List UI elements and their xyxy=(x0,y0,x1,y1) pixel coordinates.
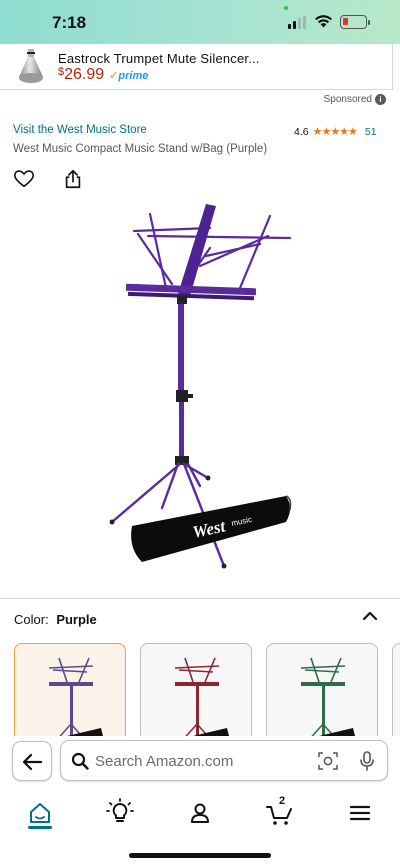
product-title: West Music Compact Music Stand w/Bag (Pu… xyxy=(13,143,268,155)
rating-count[interactable]: 51 xyxy=(365,126,377,138)
search-icon xyxy=(71,752,89,770)
section-divider xyxy=(0,598,400,599)
bulb-icon xyxy=(106,798,134,822)
color-swatches xyxy=(14,643,400,738)
product-image[interactable]: West music xyxy=(90,196,310,578)
nav-cart[interactable]: 2 xyxy=(265,795,295,828)
trumpet-mute-thumbnail xyxy=(19,49,43,83)
rating-value: 4.6 xyxy=(294,125,309,138)
share-icon[interactable] xyxy=(62,168,84,190)
cart-count-badge: 2 xyxy=(279,795,286,807)
account-icon xyxy=(191,803,209,823)
color-swatch-purple[interactable] xyxy=(14,643,126,738)
color-selected-value: Purple xyxy=(56,612,97,627)
arrow-left-icon xyxy=(22,753,43,771)
store-link[interactable]: Visit the West Music Store xyxy=(13,124,147,136)
sponsored-ad-banner[interactable]: Eastrock Trumpet Mute Silencer... $ 26.9… xyxy=(0,44,400,90)
camera-lens-icon[interactable] xyxy=(318,752,338,770)
nav-home[interactable] xyxy=(25,798,55,828)
swatch-image-purple xyxy=(48,657,103,738)
color-swatch-burgundy[interactable] xyxy=(140,643,252,738)
rating-summary[interactable]: 4.6 ★★★★★ 51 xyxy=(294,125,377,139)
wifi-icon xyxy=(315,15,332,28)
search-bar-area xyxy=(0,736,400,786)
sponsored-price: $ 26.99 ✓prime xyxy=(58,66,148,84)
search-box[interactable] xyxy=(60,740,388,781)
color-swatch-more[interactable] xyxy=(392,643,400,738)
heart-icon[interactable] xyxy=(13,168,35,190)
privacy-indicator xyxy=(284,6,288,10)
signal-icon xyxy=(288,16,308,29)
sponsored-text: Sponsored xyxy=(323,94,372,105)
home-indicator-bar xyxy=(129,853,271,858)
status-time: 7:18 xyxy=(52,13,87,32)
search-input[interactable] xyxy=(95,750,295,772)
menu-icon xyxy=(349,805,371,821)
color-label: Color: xyxy=(14,612,49,627)
home-active-indicator xyxy=(28,826,52,829)
sponsored-product-title[interactable]: Eastrock Trumpet Mute Silencer... xyxy=(58,51,260,66)
microphone-icon[interactable] xyxy=(359,751,375,772)
chevron-up-icon[interactable] xyxy=(362,609,378,623)
color-swatch-green[interactable] xyxy=(266,643,378,738)
price-currency: $ xyxy=(58,66,65,78)
back-button[interactable] xyxy=(12,741,52,781)
battery-icon xyxy=(340,15,370,29)
status-bar: 7:18 xyxy=(0,0,400,44)
home-icon xyxy=(30,803,50,823)
bottom-navigation: 2 xyxy=(0,786,400,865)
banner-edge xyxy=(392,44,400,90)
star-rating-icon: ★★★★★ xyxy=(312,126,358,138)
price-value: 26.99 xyxy=(64,66,105,83)
prime-check-icon: ✓ xyxy=(109,70,119,82)
sponsored-label[interactable]: Sponsored i xyxy=(324,94,386,105)
prime-label: prime xyxy=(118,70,149,82)
info-icon[interactable]: i xyxy=(375,94,386,105)
nav-menu[interactable] xyxy=(345,798,375,828)
prime-badge: ✓prime xyxy=(108,69,148,82)
color-selector-label: Color: Purple xyxy=(14,612,97,627)
swatch-image-green xyxy=(300,657,355,738)
swatch-image-burgundy xyxy=(174,657,229,738)
nav-inspire[interactable] xyxy=(105,798,135,828)
nav-account[interactable] xyxy=(185,798,215,828)
